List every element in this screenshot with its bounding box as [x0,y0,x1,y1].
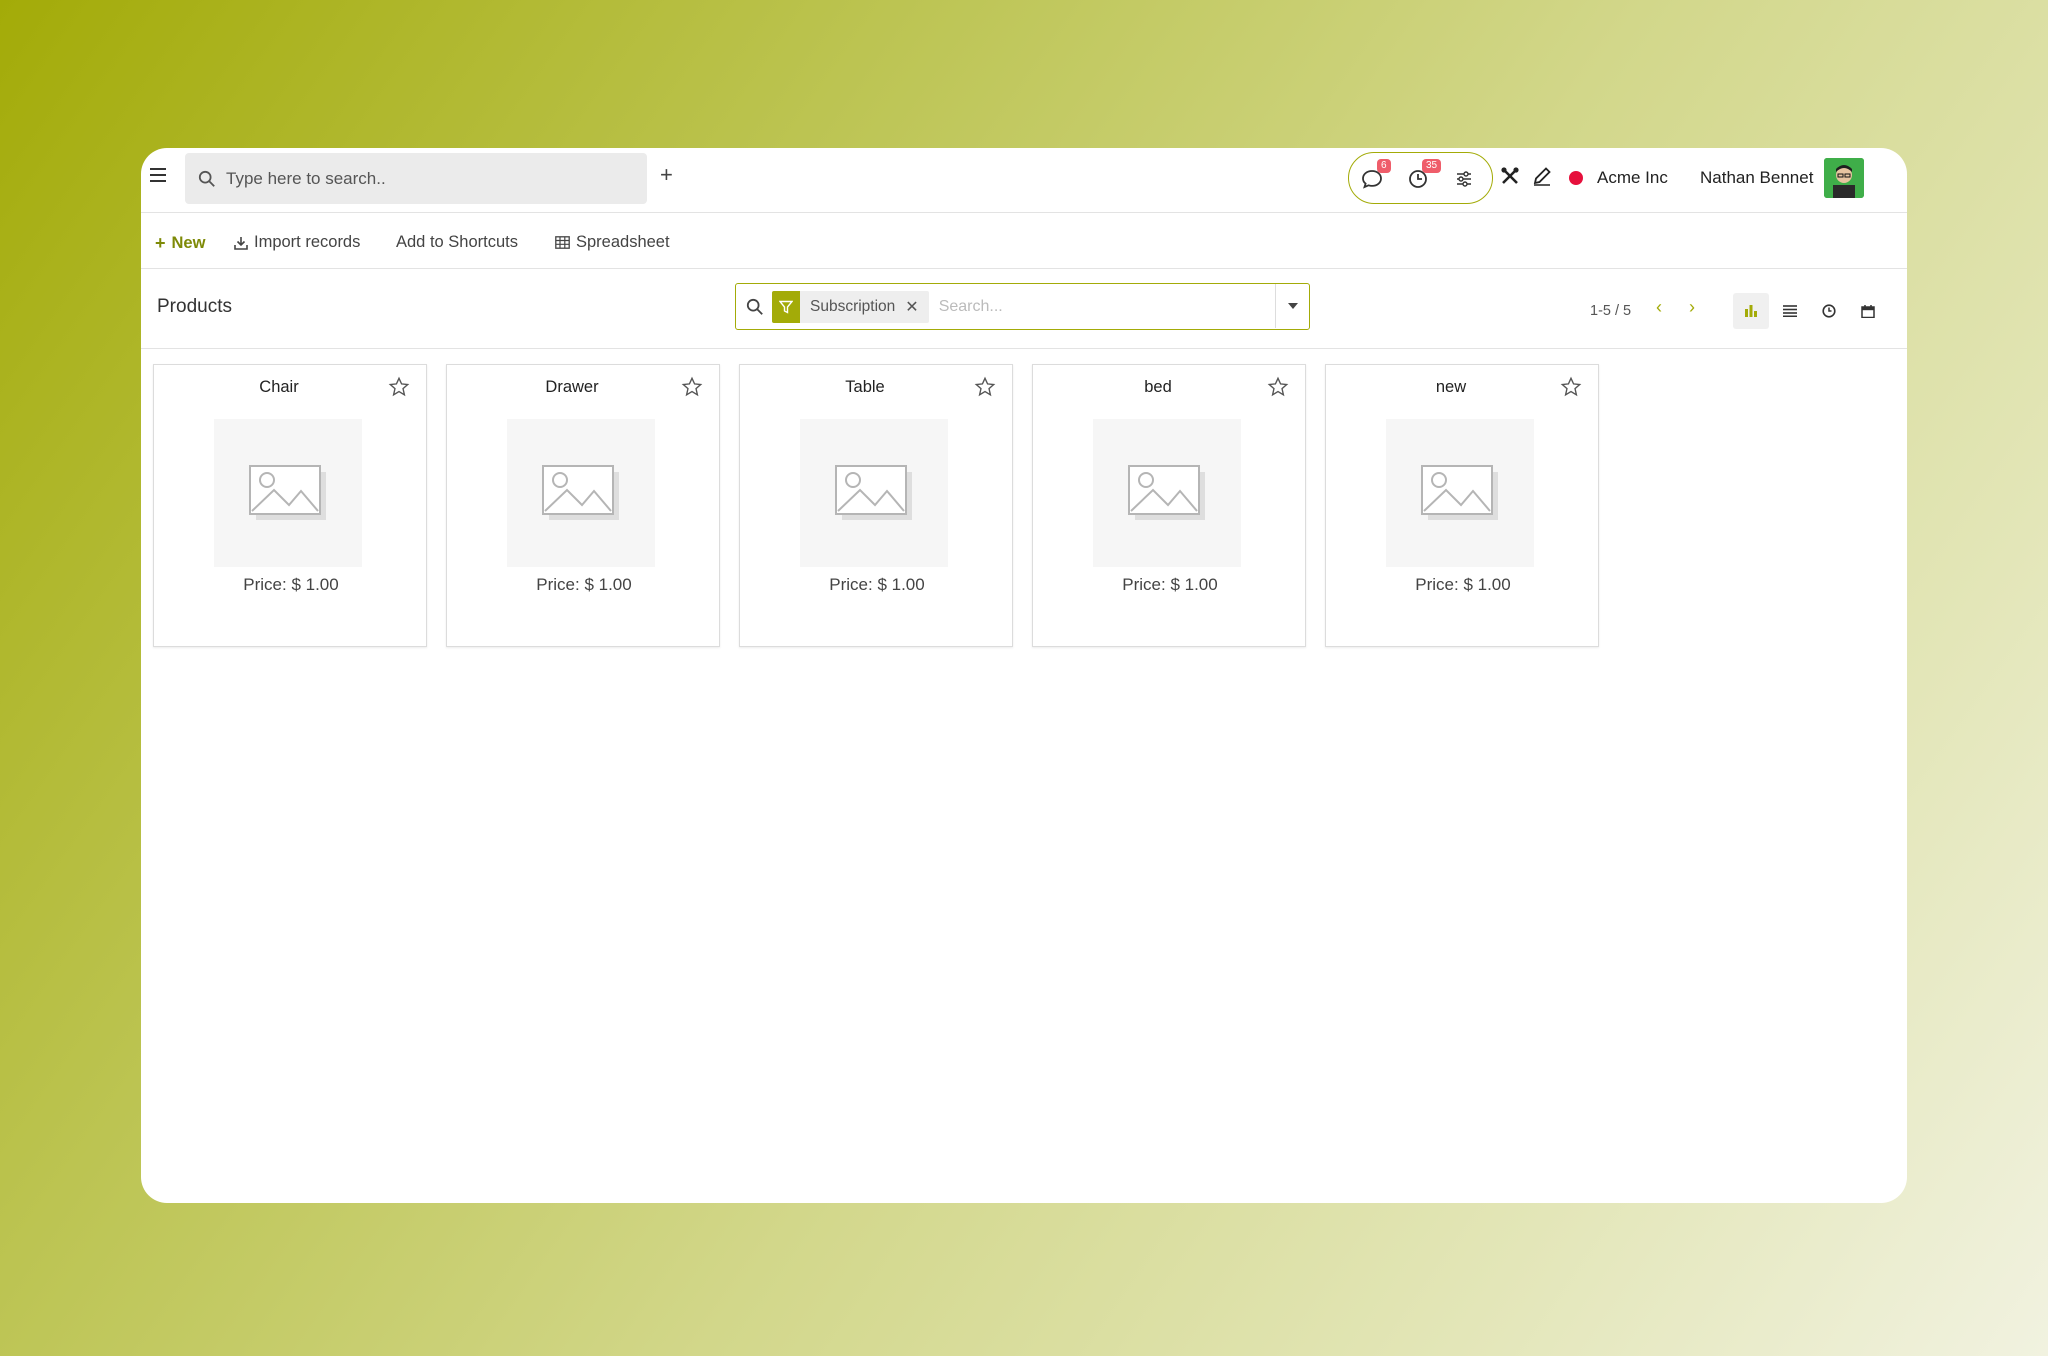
favorite-star-icon[interactable] [1560,376,1582,398]
user-avatar-icon [1824,158,1864,198]
product-image-placeholder [214,419,362,567]
product-card[interactable]: Drawer Price: $ 1.00 [446,364,720,647]
clock-view-icon [1822,304,1836,318]
user-menu[interactable]: Nathan Bennet [1700,168,1813,188]
product-card[interactable]: bed Price: $ 1.00 [1032,364,1306,647]
remove-facet-icon[interactable]: ✕ [905,297,928,317]
control-panel: Products Subscription ✕ 1-5 / 5 ‹ › [141,269,1907,349]
favorite-star-icon[interactable] [974,376,996,398]
pager-value[interactable]: 1-5 / 5 [1590,303,1631,319]
activities-badge: 35 [1422,159,1442,173]
import-records-label: Import records [254,233,361,251]
search-icon [198,170,215,187]
add-to-shortcuts-button[interactable]: Add to Shortcuts [396,233,518,252]
facet-search-input[interactable] [938,297,1259,316]
table-icon [555,236,570,249]
product-card[interactable]: new Price: $ 1.00 [1325,364,1599,647]
image-placeholder-icon [835,465,912,520]
product-image-placeholder [1386,419,1534,567]
pager-next-button[interactable]: › [1689,297,1695,318]
menu-icon[interactable] [150,168,166,182]
systray-pill: 6 35 [1348,152,1493,204]
product-price: Price: $ 1.00 [536,575,632,594]
action-bar: + New Import records Add to Shortcuts Sp… [141,213,1907,269]
image-placeholder-icon [1128,465,1205,520]
image-placeholder-icon [542,465,619,520]
new-button[interactable]: + New [155,233,205,254]
import-records-button[interactable]: Import records [234,233,360,252]
product-image-placeholder [800,419,948,567]
search-icon [746,298,763,315]
kanban-view-button[interactable] [1733,293,1769,329]
spreadsheet-label: Spreadsheet [576,233,670,251]
facet-search-bar[interactable]: Subscription ✕ [735,283,1310,330]
status-dot [1569,171,1583,185]
product-name: Table [845,378,885,396]
app-window: + 6 35 Acme Inc Nathan Bennet + [141,148,1907,1203]
facet-tag-subscription: Subscription ✕ [772,290,929,323]
pager-previous-button[interactable]: ‹ [1656,297,1662,318]
image-placeholder-icon [1421,465,1498,520]
image-placeholder-icon [249,465,326,520]
product-image-placeholder [507,419,655,567]
messages-badge: 6 [1377,159,1391,173]
product-price: Price: $ 1.00 [829,575,925,594]
filter-icon [772,290,800,323]
debug-tools-icon[interactable] [1499,165,1521,187]
product-price: Price: $ 1.00 [1122,575,1218,594]
calendar-view-button[interactable] [1850,293,1886,329]
product-name: Chair [259,378,299,396]
edit-pencil-icon[interactable] [1531,165,1553,187]
plus-icon: + [155,233,166,253]
list-view-button[interactable] [1772,293,1808,329]
kanban-view-icon [1745,305,1757,317]
product-image-placeholder [1093,419,1241,567]
facet-label: Subscription [810,297,896,315]
product-card[interactable]: Table Price: $ 1.00 [739,364,1013,647]
download-icon [234,236,248,250]
product-price: Price: $ 1.00 [1415,575,1511,594]
list-view-icon [1783,305,1797,317]
product-name: new [1435,378,1467,396]
activity-view-button[interactable] [1811,293,1847,329]
calendar-view-icon [1861,304,1875,318]
new-button-label: New [171,234,206,252]
top-navbar: + 6 35 Acme Inc Nathan Bennet [141,148,1907,213]
add-button[interactable]: + [660,162,673,188]
global-search[interactable] [185,153,647,204]
avatar[interactable] [1824,158,1864,198]
settings-sliders-icon[interactable] [1453,168,1475,190]
add-to-shortcuts-label: Add to Shortcuts [396,233,518,251]
favorite-star-icon[interactable] [388,376,410,398]
product-name: bed [1144,378,1172,396]
favorite-star-icon[interactable] [1267,376,1289,398]
company-switcher[interactable]: Acme Inc [1597,168,1668,188]
product-card[interactable]: Chair Price: $ 1.00 [153,364,427,647]
caret-down-icon [1287,303,1298,309]
page-title: Products [157,296,232,317]
favorite-star-icon[interactable] [681,376,703,398]
product-name: Drawer [545,378,599,396]
search-options-dropdown[interactable] [1275,284,1309,328]
global-search-input[interactable] [226,168,626,189]
product-price: Price: $ 1.00 [243,575,339,594]
spreadsheet-button[interactable]: Spreadsheet [555,233,670,252]
